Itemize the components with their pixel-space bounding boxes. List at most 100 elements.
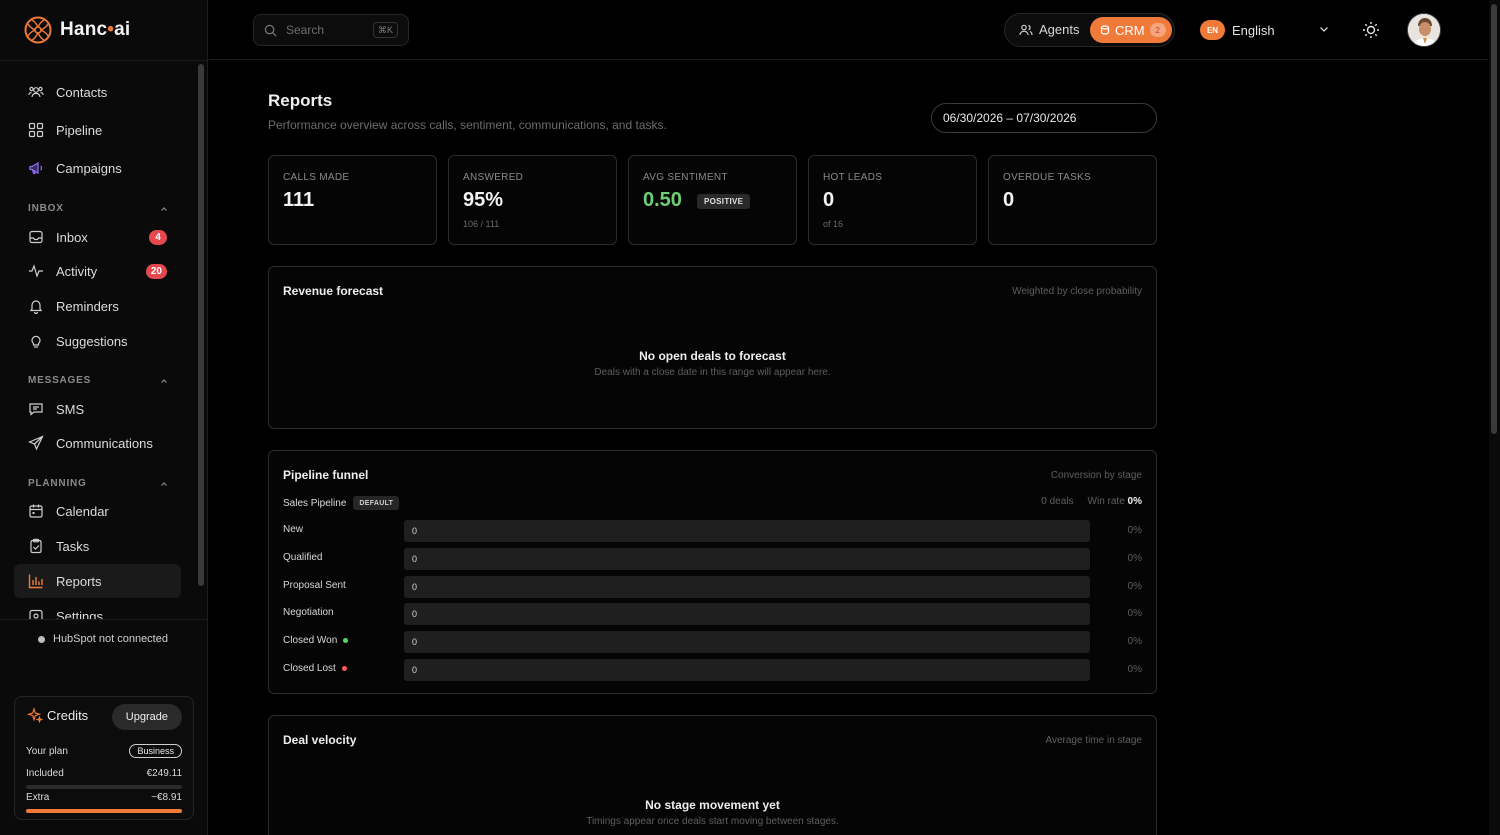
pipeline-name: Sales Pipeline <box>283 497 347 509</box>
megaphone-icon <box>29 161 43 175</box>
clipboard-icon <box>30 538 42 554</box>
plan-badge: Business <box>129 744 182 758</box>
empty-state-title: No open deals to forecast <box>639 349 786 363</box>
bell-icon <box>29 300 43 314</box>
stage-percent: 0% <box>1127 608 1142 620</box>
section-messages[interactable]: MESSAGES <box>28 375 168 386</box>
section-inbox[interactable]: INBOX <box>28 203 168 214</box>
chat-icon <box>29 403 43 416</box>
sidebar-scrollbar[interactable] <box>198 64 204 586</box>
extra-usage-fill <box>26 809 182 813</box>
language-code: EN <box>1200 20 1225 40</box>
win-rate: Win rate 0% <box>1087 496 1142 507</box>
sidebar-item-sms[interactable]: SMS <box>14 392 181 426</box>
stage-bar: 0 <box>404 631 1090 654</box>
sidebar-item-contacts[interactable]: Contacts <box>14 75 181 109</box>
card-note: Average time in stage <box>1045 735 1142 746</box>
kpi-avg-sentiment: AVG SENTIMENT 0.50 POSITIVE <box>628 155 797 245</box>
credits-panel: Credits Upgrade Your plan Business Inclu… <box>14 696 194 820</box>
pipeline-selector[interactable]: Sales Pipeline DEFAULT <box>283 496 400 510</box>
language-select[interactable]: EN English <box>1200 18 1330 42</box>
contacts-icon <box>28 86 44 98</box>
stage-bar: 0 <box>404 659 1090 681</box>
sidebar-item-pipeline[interactable]: Pipeline <box>14 113 181 147</box>
card-note: Weighted by close probability <box>1012 286 1142 297</box>
sidebar-item-label: SMS <box>56 401 85 417</box>
crm-count-badge: 2 <box>1149 23 1166 37</box>
pipeline-icon <box>28 122 44 138</box>
inbox-count-badge: 4 <box>149 229 167 245</box>
hubspot-status[interactable]: HubSpot not connected <box>38 633 168 645</box>
kpi-subtext: of 16 <box>823 219 844 229</box>
included-label: Included <box>26 768 64 779</box>
activity-icon <box>29 264 43 278</box>
sidebar-nav[interactable]: Contacts Pipeline Campaigns INBOX Inbox … <box>0 61 208 619</box>
card-title: Revenue forecast <box>283 284 384 298</box>
upgrade-button[interactable]: Upgrade <box>111 704 182 730</box>
kpi-label: CALLS MADE <box>283 172 350 183</box>
search-input[interactable]: Search ⌘K <box>253 14 409 46</box>
extra-usage-bar <box>26 809 182 813</box>
page-title: Reports <box>268 91 333 110</box>
funnel-stage-row: Proposal Sent 0 0% <box>283 575 1142 598</box>
sidebar-item-label: Reminders <box>56 298 119 314</box>
agents-tab[interactable]: Agents <box>1019 22 1079 37</box>
page-scrollbar[interactable] <box>1489 0 1500 835</box>
sidebar-item-suggestions[interactable]: Suggestions <box>14 324 181 358</box>
section-planning-label: PLANNING <box>28 478 87 489</box>
date-range-picker[interactable]: 06/30/2026 – 07/30/2026 <box>931 103 1157 133</box>
sidebar-item-label: Calendar <box>56 503 109 519</box>
users-icon <box>1019 24 1033 35</box>
funnel-stage-row: Negotiation 0 0% <box>283 603 1142 626</box>
sidebar: Hanc•ai Contacts Pipeline Campaigns INBO… <box>0 0 208 835</box>
search-placeholder: Search <box>286 23 325 37</box>
credits-title: Credits <box>47 707 89 723</box>
top-bar: Search ⌘K Agents CRM 2 EN English <box>209 0 1488 60</box>
default-badge: DEFAULT <box>353 496 400 510</box>
funnel-stage-row: Closed Lost 0 0% <box>283 659 1142 681</box>
sidebar-item-reminders[interactable]: Reminders <box>14 289 181 323</box>
sidebar-item-tasks[interactable]: Tasks <box>14 529 181 563</box>
kpi-subtext: 106 / 111 <box>463 219 500 229</box>
sidebar-item-settings[interactable]: Settings <box>14 599 181 619</box>
sidebar-item-inbox[interactable]: Inbox 4 <box>14 220 181 254</box>
sun-icon[interactable] <box>1362 21 1380 39</box>
settings-icon <box>29 609 43 619</box>
kpi-overdue-tasks: OVERDUE TASKS 0 <box>988 155 1157 245</box>
sidebar-item-reports[interactable]: Reports <box>14 564 181 598</box>
empty-state-title: No stage movement yet <box>645 798 780 812</box>
sidebar-item-label: Contacts <box>56 84 108 100</box>
mode-switch: Agents CRM 2 <box>1004 13 1175 47</box>
language-label: English <box>1232 22 1275 38</box>
stage-bar: 0 <box>404 603 1090 626</box>
kpi-answered: ANSWERED 95% 106 / 111 <box>448 155 617 245</box>
status-dot <box>38 635 45 643</box>
extra-value: −€8.91 <box>151 792 182 803</box>
stage-bar: 0 <box>404 547 1090 570</box>
stage-percent: 0% <box>1127 664 1142 675</box>
sidebar-item-campaigns[interactable]: Campaigns <box>14 151 181 185</box>
sidebar-item-label: Reports <box>56 573 102 589</box>
pipeline-funnel-card: Pipeline funnel Conversion by stage Sale… <box>268 450 1157 694</box>
crm-tab[interactable]: CRM 2 <box>1090 17 1172 43</box>
sparkle-icon <box>27 707 43 723</box>
stage-label: Proposal Sent <box>283 579 346 591</box>
extra-row: Extra −€8.91 <box>26 792 182 803</box>
chevron-up-icon <box>161 378 167 383</box>
logo[interactable]: Hanc•ai <box>24 16 130 44</box>
stage-label: Negotiation <box>283 607 334 619</box>
stage-label: Closed Won <box>283 635 349 646</box>
sidebar-item-communications[interactable]: Communications <box>14 426 181 460</box>
crm-icon <box>1100 25 1110 35</box>
stage-bar: 0 <box>404 520 1090 542</box>
plan-row: Your plan Business <box>26 744 182 758</box>
kpi-value: 0 <box>823 189 835 211</box>
sidebar-item-label: Inbox <box>56 229 88 245</box>
page-subtitle: Performance overview across calls, senti… <box>268 118 667 132</box>
deal-velocity-card: Deal velocity Average time in stage No s… <box>268 715 1157 835</box>
sidebar-item-activity[interactable]: Activity 20 <box>14 254 181 288</box>
stage-label: Closed Lost <box>283 663 347 674</box>
sidebar-item-calendar[interactable]: Calendar <box>14 494 181 528</box>
section-planning[interactable]: PLANNING <box>28 478 168 489</box>
avatar[interactable] <box>1407 13 1441 47</box>
